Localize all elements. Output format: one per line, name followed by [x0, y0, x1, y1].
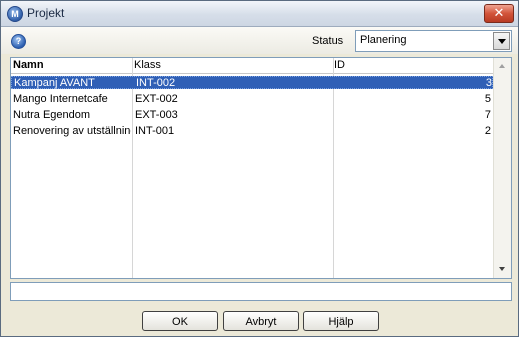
- close-icon: ✕: [493, 5, 505, 20]
- cell-klass: EXT-003: [135, 109, 178, 121]
- cell-klass: EXT-002: [135, 93, 178, 105]
- cell-klass: INT-002: [136, 77, 176, 89]
- column-header-klass[interactable]: Klass: [134, 59, 161, 71]
- column-header-id[interactable]: ID: [334, 59, 345, 71]
- table-row[interactable]: Renovering av utställning INT-001 2: [11, 125, 493, 138]
- help-icon[interactable]: ?: [11, 34, 26, 49]
- table-row[interactable]: Nutra Egendom EXT-003 7: [11, 109, 493, 122]
- ok-button[interactable]: OK: [142, 311, 218, 331]
- cell-name: Renovering av utställning: [13, 125, 131, 137]
- project-list[interactable]: Namn Klass ID Kampanj AVANT INT-002 3 Ma…: [10, 57, 512, 279]
- help-button[interactable]: Hjälp: [303, 311, 379, 331]
- projekt-dialog: M Projekt ✕ ? Status Planering Namn Klas…: [0, 0, 519, 337]
- cell-id: 7: [484, 109, 491, 121]
- status-dropdown[interactable]: Planering: [355, 30, 512, 52]
- chevron-down-icon[interactable]: [493, 32, 510, 50]
- ok-button-label: OK: [172, 316, 188, 328]
- cell-id: 3: [485, 77, 492, 89]
- toolbar: ? Status Planering: [1, 27, 518, 54]
- vertical-scrollbar[interactable]: [493, 58, 511, 278]
- app-logo-icon: M: [7, 6, 23, 22]
- cell-name: Kampanj AVANT: [14, 77, 95, 89]
- scroll-up-icon[interactable]: [496, 61, 509, 72]
- list-header: Namn Klass ID: [11, 58, 493, 74]
- column-header-namn[interactable]: Namn: [13, 59, 44, 71]
- close-button[interactable]: ✕: [484, 4, 514, 23]
- table-row[interactable]: Kampanj AVANT INT-002 3: [11, 76, 493, 89]
- column-separator: [333, 58, 334, 278]
- info-field: [10, 282, 512, 301]
- cell-name: Nutra Egendom: [13, 109, 91, 121]
- table-row[interactable]: Mango Internetcafe EXT-002 5: [11, 93, 493, 106]
- cell-id: 2: [484, 125, 491, 137]
- cell-klass: INT-001: [135, 125, 175, 137]
- cancel-button[interactable]: Avbryt: [223, 311, 299, 331]
- window-title: Projekt: [27, 6, 65, 20]
- help-button-label: Hjälp: [328, 316, 354, 328]
- cell-name: Mango Internetcafe: [13, 93, 108, 105]
- column-separator: [132, 58, 133, 278]
- status-selected-value: Planering: [360, 34, 407, 46]
- scroll-down-icon[interactable]: [496, 264, 509, 275]
- cancel-button-label: Avbryt: [245, 316, 277, 328]
- title-bar[interactable]: M Projekt ✕: [1, 1, 518, 27]
- status-label: Status: [312, 35, 344, 47]
- cell-id: 5: [484, 93, 491, 105]
